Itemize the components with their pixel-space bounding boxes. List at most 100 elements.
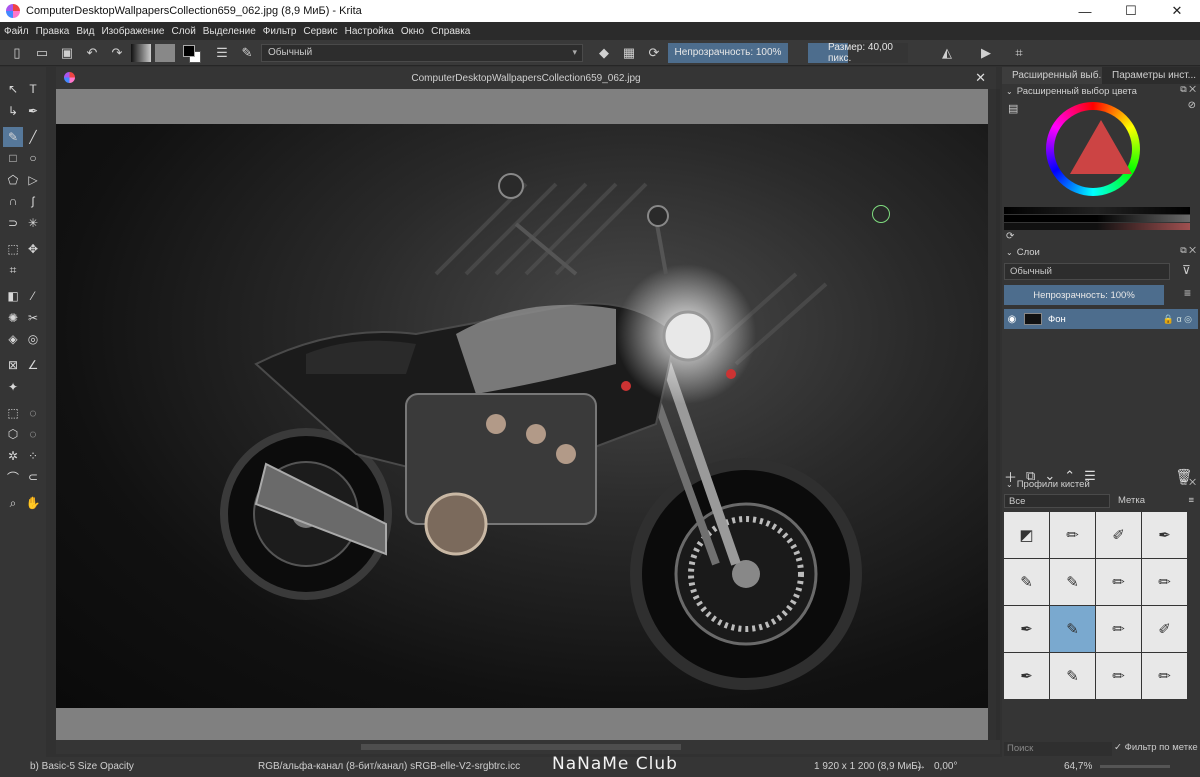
brush-search-input[interactable]: Поиск [1004,742,1112,756]
vertical-scrollbar[interactable] [996,89,1000,740]
select-shapes-tool-icon[interactable]: ↖ [3,79,23,99]
preserve-alpha-icon[interactable]: ▦ [618,43,640,63]
brush-preset-pencil-soft[interactable]: ✏ [1142,559,1187,605]
brush-preset-blue-pen[interactable]: ✒ [1004,653,1049,699]
layer-row-background[interactable]: ◉ Фон 🔒 α ◎ [1004,309,1198,329]
tab-advanced-color-selector[interactable]: Расширенный выб... [1002,67,1102,84]
color-history-bars[interactable] [1004,207,1190,230]
contiguous-select-tool-icon[interactable]: ✲ [3,446,23,466]
menu-filter[interactable]: Фильтр [263,26,297,37]
rect-select-tool-icon[interactable]: ⬚ [3,403,23,423]
color-wheel[interactable] [1046,102,1140,196]
color-refresh-icon[interactable]: ⟳ [1002,231,1200,245]
polygon-select-tool-icon[interactable]: ⬡ [3,424,23,444]
minimize-button[interactable]: — [1062,0,1108,22]
menu-settings[interactable]: Настройка [345,26,394,37]
new-document-icon[interactable]: ▯ [6,43,28,63]
fg-bg-color-selector[interactable] [181,43,203,63]
horizontal-scrollbar[interactable] [56,740,1000,754]
bezier-tool-icon[interactable]: ∩ [3,191,23,211]
magnetic-select-tool-icon[interactable]: ⊂ [23,467,43,487]
blend-mode-select[interactable]: Обычный [261,43,583,62]
brush-preset-red-pencil[interactable]: ✏ [1142,653,1187,699]
similar-select-tool-icon[interactable]: ⁘ [23,446,43,466]
zoom-slider[interactable] [1100,765,1170,768]
menu-window[interactable]: Окно [401,26,424,37]
brush-preset-hatching[interactable]: ✐ [1142,606,1187,652]
line-tool-icon[interactable]: ╱ [23,127,43,147]
dynamic-brush-tool-icon[interactable]: ⊃ [3,213,23,233]
open-folder-icon[interactable]: ▭ [31,43,53,63]
pattern-selector[interactable] [155,43,175,62]
multibrush-tool-icon[interactable]: ✳ [23,213,43,233]
assistant-tool-icon[interactable]: ⊠ [3,355,23,375]
menu-layer[interactable]: Слой [171,26,195,37]
reference-images-tool-icon[interactable]: ✦ [3,377,23,397]
brush-preset-eraser[interactable]: ◩ [1004,512,1049,558]
mirror-horizontal-icon[interactable]: ◭ [936,43,958,63]
pan-tool-icon[interactable]: ✋ [23,493,43,513]
text-tool-icon[interactable]: T [23,79,43,99]
status-zoom[interactable]: 64,7% [1064,761,1092,772]
menu-image[interactable]: Изображение [101,26,164,37]
brush-tag-button[interactable]: Метка [1118,495,1145,506]
layers-float-close-icons[interactable]: ⧉ ✕ [1180,245,1196,256]
ellipse-tool-icon[interactable]: ○ [23,148,43,168]
pattern-fill-tool-icon[interactable]: ◎ [23,329,43,349]
color-selector-settings-icon[interactable]: ▤ [1008,102,1018,115]
brush-settings-icon[interactable]: ☰ [211,43,233,63]
brush-preset-icon[interactable]: ✎ [236,43,258,63]
color-triangle[interactable] [1070,120,1132,174]
colorize-mask-tool-icon[interactable]: ✺ [3,308,23,328]
undo-icon[interactable]: ↶ [81,43,103,63]
polygon-tool-icon[interactable]: ⬠ [3,170,23,190]
layer-visibility-eye-icon[interactable]: ◉ [1004,314,1020,325]
opacity-slider[interactable]: Непрозрачность: 100% [668,42,788,63]
freehand-select-tool-icon[interactable]: ◌ [23,424,43,444]
document-tab[interactable]: ComputerDesktopWallpapersCollection659_0… [56,67,996,89]
horizontal-scrollbar-thumb[interactable] [361,744,681,750]
layers-opacity-slider[interactable]: Непрозрачность: 100% [1004,285,1164,305]
transform-tool-icon[interactable]: ⬚ [3,239,23,259]
panel-float-close-icons[interactable]: ⧉ ✕ [1180,84,1196,95]
brush-preset-marker-blue[interactable]: ✏ [1050,512,1095,558]
gradient-selector[interactable] [131,43,151,62]
menu-help[interactable]: Справка [431,26,470,37]
fill-tool-icon[interactable]: ◈ [3,329,23,349]
tab-tool-options[interactable]: Параметры инст... [1102,67,1200,84]
brush-preset-pencil-gray[interactable]: ✏ [1096,559,1141,605]
freehand-brush-tool-icon[interactable]: ✎ [3,126,23,147]
reload-preset-icon[interactable]: ⟳ [643,43,665,63]
layers-collapse-icon[interactable]: ⌄ [1006,248,1013,257]
layers-menu-icon[interactable]: ≡ [1184,286,1191,300]
layers-blend-select[interactable]: Обычный [1004,263,1170,280]
brush-category-select[interactable]: Все [1004,493,1110,508]
brush-preset-color-pencil[interactable]: ✏ [1096,606,1141,652]
rectangle-tool-icon[interactable]: □ [3,148,23,168]
bezier-select-tool-icon[interactable]: ⌒ [3,467,23,487]
ellipse-select-tool-icon[interactable]: ◌ [23,403,43,423]
save-icon[interactable]: ▣ [56,43,78,63]
color-reset-icon[interactable]: ⊘ [1188,100,1196,111]
mirror-vertical-icon[interactable]: ▶ [975,43,997,63]
layers-filter-icon[interactable]: ⊽ [1182,263,1191,277]
menu-edit[interactable]: Правка [36,26,70,37]
close-document-button[interactable]: ✕ [975,70,986,86]
brush-preset-ink-pen[interactable]: ✒ [1142,512,1187,558]
close-window-button[interactable]: ✕ [1154,0,1200,22]
brush-preset-charcoal[interactable]: ✏ [1096,653,1141,699]
smart-patch-tool-icon[interactable]: ✂ [23,308,43,328]
brush-float-close-icons[interactable]: ⧉ ✕ [1180,477,1196,488]
wrap-around-icon[interactable]: ⌗ [1008,43,1030,63]
brush-view-menu-icon[interactable]: ≡ [1188,495,1194,506]
brush-filter-by-tag-checkbox[interactable]: ✓ Фильтр по метке [1114,742,1198,753]
maximize-button[interactable]: ☐ [1108,0,1154,22]
crop-tool-icon[interactable]: ⌗ [3,260,23,280]
menu-tools[interactable]: Сервис [303,26,337,37]
status-rotation[interactable]: 0,00° [934,761,957,772]
size-slider[interactable]: Размер: 40,00 пикс. [808,42,908,64]
brush-preset-sketch[interactable]: ✎ [1050,653,1095,699]
canvas-image-motorcycle[interactable] [56,124,988,708]
zoom-tool-icon[interactable]: ⌕ [3,493,23,513]
layer-lock-alpha-icons[interactable]: 🔒 α ◎ [1163,314,1192,325]
